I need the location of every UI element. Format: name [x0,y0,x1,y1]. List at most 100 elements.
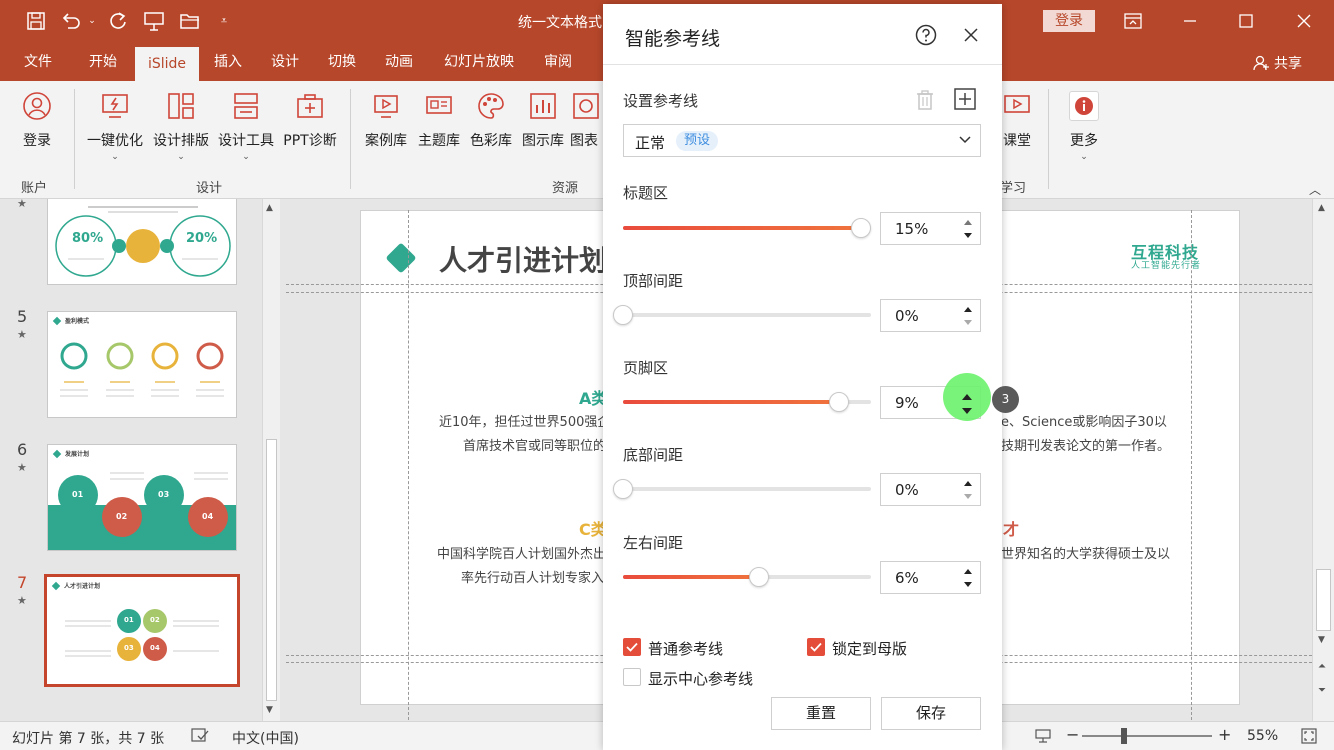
chart-library-button[interactable]: 图表 [570,91,602,150]
footer-area-slider[interactable] [623,392,871,412]
undo-dropdown-icon[interactable]: ⌄ [86,9,98,33]
center-guides-checkbox[interactable] [623,668,641,686]
preset-select[interactable]: 正常 预设 [623,124,981,157]
tab-home[interactable]: 开始 [76,43,130,81]
account-login-button[interactable]: 登录 [14,91,60,150]
slide-thumbnail-6[interactable]: 发展计划 01 02 03 04 [47,444,237,551]
increment-icon[interactable] [962,565,974,577]
design-tools-button[interactable]: 设计工具 ⌄ [215,91,277,162]
top-margin-slider[interactable] [613,305,871,325]
color-library-button[interactable]: 色彩库 [465,91,517,150]
classroom-button[interactable]: 课堂 [1001,91,1033,150]
zoom-slider-handle[interactable] [1121,728,1127,744]
share-button[interactable]: 共享 [1252,53,1302,73]
slide-thumbnail-4[interactable]: 80% 20% [47,199,237,285]
save-icon[interactable] [24,9,48,33]
redo-icon[interactable] [104,9,132,33]
case-library-icon [371,91,401,121]
bottom-margin-stepper[interactable]: 0% [880,473,981,506]
guide-line-left[interactable] [408,210,409,720]
ribbon-display-icon[interactable] [1119,8,1147,34]
decrement-icon[interactable] [962,230,974,242]
bottom-margin-slider[interactable] [613,479,871,499]
tab-insert[interactable]: 插入 [204,43,252,81]
slider-knob[interactable] [749,567,770,587]
design-layout-button[interactable]: 设计排版 ⌄ [150,91,212,162]
presentation-icon[interactable] [140,9,168,33]
tab-file[interactable]: 文件 [12,43,64,81]
guide-line-right[interactable] [1191,210,1192,720]
close-icon[interactable] [963,27,979,47]
collapse-ribbon-icon[interactable]: ︿ [1309,181,1321,198]
login-button[interactable]: 登录 [1043,10,1095,32]
diagram-library-button[interactable]: 图示库 [517,91,569,150]
reset-button[interactable]: 重置 [771,697,871,730]
tab-design[interactable]: 设计 [261,43,309,81]
thumb6-n1: 01 [72,490,84,499]
editor-scrollbar[interactable]: ▲ ▼ ⏶ ⏷ [1312,199,1334,721]
ppt-diagnosis-button[interactable]: PPT诊断 [280,91,340,150]
slider-knob[interactable] [828,392,849,412]
title-area-stepper[interactable]: 15% [880,212,981,245]
theme-library-button[interactable]: 主题库 [413,91,465,150]
spellcheck-icon[interactable] [190,727,210,747]
increment-icon[interactable] [962,303,974,315]
next-slide-icon[interactable]: ⏷ [1318,685,1326,696]
undo-icon[interactable] [58,9,84,33]
add-guide-icon[interactable] [953,87,977,115]
side-margin-slider[interactable] [623,567,871,587]
side-margin-stepper[interactable]: 6% [880,561,981,594]
maximize-icon[interactable] [1232,8,1260,34]
save-button[interactable]: 保存 [881,697,981,730]
lock-to-master-checkbox[interactable] [807,638,825,656]
customize-qat-icon[interactable]: ⩡ [214,9,234,33]
scroll-thumb[interactable] [1316,569,1331,631]
zoom-in-icon[interactable]: + [1218,725,1231,744]
scroll-down-icon[interactable]: ▼ [1318,635,1325,645]
zoom-slider[interactable] [1082,735,1212,737]
group-resource-label: 资源 [552,181,579,196]
top-margin-stepper[interactable]: 0% [880,299,981,332]
tab-islide[interactable]: iSlide [135,47,199,81]
minimize-icon[interactable] [1176,8,1204,34]
zoom-level[interactable]: 55% [1247,728,1278,744]
chevron-down-icon: ⌄ [177,152,185,162]
fit-to-window-icon[interactable] [1300,727,1318,749]
slider-knob[interactable] [613,305,633,325]
previous-slide-icon[interactable]: ⏶ [1318,661,1326,672]
scroll-up-icon[interactable]: ▲ [266,203,273,213]
tab-animations[interactable]: 动画 [375,43,423,81]
scroll-thumb[interactable] [266,439,277,701]
scroll-down-icon[interactable]: ▼ [266,705,273,715]
decrement-icon[interactable] [962,579,974,591]
group-design-label: 设计 [196,181,223,196]
scroll-up-icon[interactable]: ▲ [1318,203,1325,213]
decrement-icon[interactable] [962,317,974,329]
help-icon[interactable] [915,24,937,50]
normal-guides-checkbox[interactable] [623,638,641,656]
decrement-icon[interactable] [962,491,974,503]
close-window-icon[interactable] [1290,8,1318,34]
tab-slideshow[interactable]: 幻灯片放映 [433,43,525,81]
increment-icon[interactable] [962,216,974,228]
slide-title[interactable]: 人才引进计划 [439,239,607,279]
language[interactable]: 中文(中国) [232,728,299,748]
title-area-slider[interactable] [623,218,872,238]
one-click-optimize-button[interactable]: 一键优化 ⌄ [84,91,146,162]
case-library-button[interactable]: 案例库 [360,91,412,150]
more-button[interactable]: 更多 ⌄ [1062,91,1106,162]
slide-thumbnail-7[interactable]: 人才引进计划 01 02 03 04 [44,574,240,687]
tab-transitions[interactable]: 切换 [318,43,366,81]
slider-knob[interactable] [613,479,633,499]
tab-review[interactable]: 审阅 [534,43,582,81]
slider-knob[interactable] [851,218,872,238]
increment-icon[interactable] [961,389,973,404]
zoom-out-icon[interactable]: − [1066,725,1079,744]
increment-icon[interactable] [962,477,974,489]
thumbnail-scrollbar[interactable]: ▲ ▼ [262,199,280,721]
decrement-icon[interactable] [961,404,973,419]
slide-thumbnail-5[interactable]: 盈利模式 [47,311,237,418]
trash-icon[interactable] [913,88,937,116]
open-folder-icon[interactable] [176,9,204,33]
notes-icon[interactable] [1034,728,1052,748]
